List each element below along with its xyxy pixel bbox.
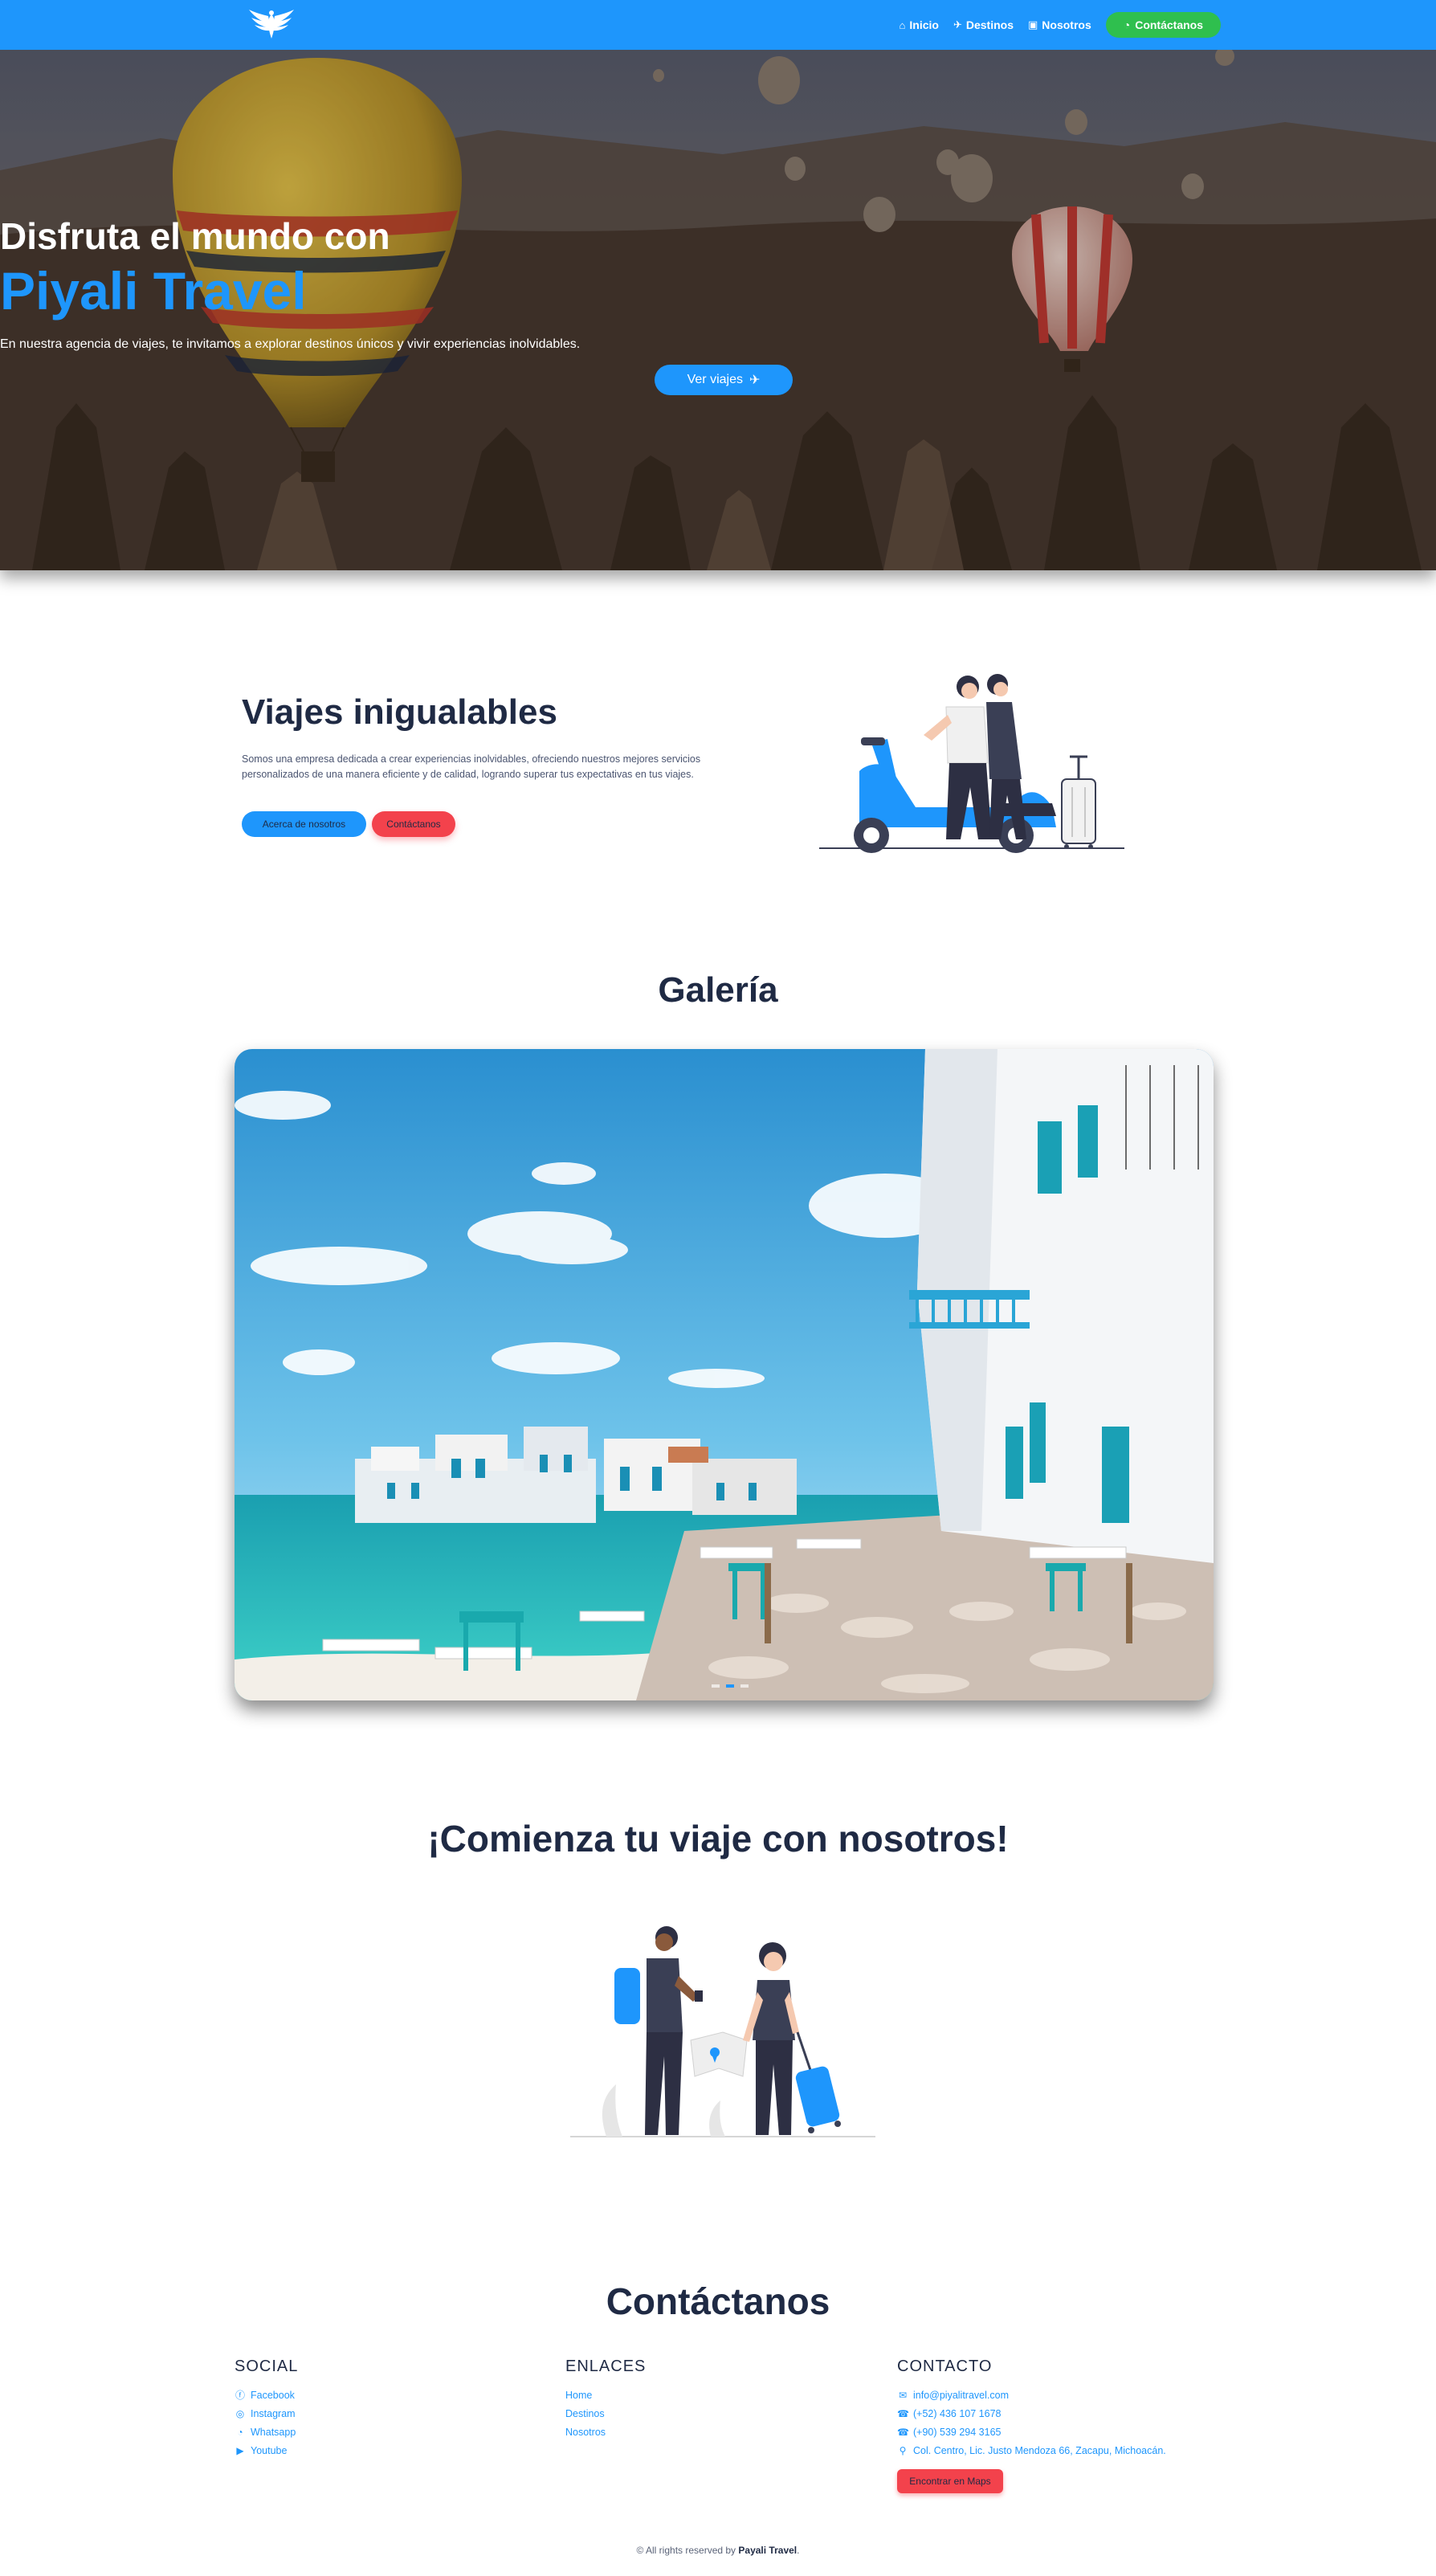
nav-contact-label: Contáctanos <box>1135 18 1203 31</box>
whatsapp-label: Whatsapp <box>251 2426 296 2438</box>
about-text: Somos una empresa dedicada a crear exper… <box>242 753 701 780</box>
email-link[interactable]: ✉ info@piyalitravel.com <box>897 2386 1166 2404</box>
phone-icon: ☎ <box>897 2407 909 2419</box>
address-label: Col. Centro, Lic. Justo Mendoza 66, Zaca… <box>913 2444 1166 2456</box>
footer-link-nosotros[interactable]: Nosotros <box>565 2423 646 2441</box>
youtube-link[interactable]: ▶ Youtube <box>235 2441 298 2460</box>
facebook-icon: ⓕ <box>235 2390 245 2401</box>
whatsapp-icon: ◔ <box>1123 18 1131 31</box>
phone-label: (+52) 436 107 1678 <box>913 2407 1002 2419</box>
winged-logo-icon[interactable] <box>247 6 296 43</box>
phone-icon: ☎ <box>897 2426 909 2438</box>
instagram-label: Instagram <box>251 2407 296 2419</box>
find-in-maps-button[interactable]: Encontrar en Maps <box>897 2469 1003 2493</box>
links-heading: ENLACES <box>565 2358 647 2375</box>
phone-label: (+90) 539 294 3165 <box>913 2426 1002 2438</box>
footer-suffix: . <box>797 2545 800 2556</box>
nav-link-label: Inicio <box>909 18 939 31</box>
whatsapp-icon: ◔ <box>237 2426 243 2438</box>
hero-description: En nuestra agencia de viajes, te invitam… <box>0 337 581 351</box>
travelers-illustration <box>570 1926 875 2137</box>
gallery-title: Galería <box>658 970 778 1010</box>
footer-brand: Payali Travel <box>738 2545 798 2556</box>
footer-link-destinos[interactable]: Destinos <box>565 2404 646 2423</box>
facebook-link[interactable]: ⓕ Facebook <box>235 2386 298 2404</box>
home-icon: ⌂ <box>899 18 906 31</box>
carousel-dot-active[interactable] <box>726 1684 734 1688</box>
navbar: ⌂ Inicio ✈ Destinos ▣ Nosotros ◔ Contáct… <box>0 0 1436 50</box>
carousel-dot[interactable] <box>740 1684 749 1688</box>
view-trips-button[interactable]: Ver viajes ✈ <box>655 365 793 395</box>
phone-link-2[interactable]: ☎ (+90) 539 294 3165 <box>897 2423 1166 2441</box>
hero: Disfruta el mundo con Piyali Travel En n… <box>0 50 1436 570</box>
nav-link-inicio[interactable]: ⌂ Inicio <box>900 18 939 31</box>
about-contact-button[interactable]: Contáctanos <box>372 811 455 837</box>
nav-link-label: Nosotros <box>1042 18 1091 31</box>
nav-contact-button[interactable]: ◔ Contáctanos <box>1105 12 1221 38</box>
start-trip-title: ¡Comienza tu viaje con nosotros! <box>427 1818 1009 1860</box>
links-column: ENLACES Home Destinos Nosotros <box>565 2358 646 2441</box>
social-heading: SOCIAL <box>235 2358 299 2375</box>
contact-info-heading: CONTACTO <box>897 2358 993 2375</box>
carousel-dot[interactable] <box>712 1684 720 1688</box>
view-trips-label: Ver viajes <box>687 373 743 386</box>
mail-icon: ✉ <box>898 2389 908 2401</box>
nav-link-label: Destinos <box>965 18 1014 31</box>
address: ⚲ Col. Centro, Lic. Justo Mendoza 66, Za… <box>897 2441 1166 2460</box>
email-label: info@piyalitravel.com <box>913 2389 1009 2401</box>
carousel-slide-image <box>235 1049 1214 1700</box>
about-us-button[interactable]: Acerca de nosotros <box>242 811 366 837</box>
plane-icon: ✈ <box>953 18 962 31</box>
instagram-link[interactable]: ◎ Instagram <box>235 2404 298 2423</box>
plane-icon: ✈ <box>749 374 761 387</box>
youtube-label: Youtube <box>251 2444 288 2456</box>
map-pin-icon: ⚲ <box>899 2444 907 2456</box>
about-title: Viajes inigualables <box>242 692 557 732</box>
hero-title-brand: Piyali Travel <box>0 261 307 320</box>
phone-link-1[interactable]: ☎ (+52) 436 107 1678 <box>897 2404 1166 2423</box>
footer: © All rights reserved by Payali Travel. <box>0 2545 1436 2556</box>
contact-title: Contáctanos <box>606 2280 830 2322</box>
facebook-label: Facebook <box>251 2389 295 2401</box>
whatsapp-link[interactable]: ◔ Whatsapp <box>235 2423 298 2441</box>
hero-title-line1: Disfruta el mundo con <box>0 215 390 257</box>
nav-links: ⌂ Inicio ✈ Destinos ▣ Nosotros ◔ Contáct… <box>900 11 1221 39</box>
nav-link-destinos[interactable]: ✈ Destinos <box>953 18 1014 31</box>
id-card-icon: ▣ <box>1027 18 1038 31</box>
social-column: SOCIAL ⓕ Facebook ◎ Instagram ◔ Whatsapp… <box>235 2358 298 2460</box>
scooter-couple-illustration <box>819 674 1124 853</box>
youtube-icon: ▶ <box>236 2444 244 2456</box>
instagram-icon: ◎ <box>235 2407 245 2419</box>
gallery-carousel[interactable] <box>235 1049 1214 1700</box>
contact-info-column: CONTACTO ✉ info@piyalitravel.com ☎ (+52)… <box>897 2358 1166 2493</box>
footer-link-home[interactable]: Home <box>565 2386 646 2404</box>
nav-link-nosotros[interactable]: ▣ Nosotros <box>1028 18 1091 31</box>
carousel-indicators <box>712 1684 749 1688</box>
footer-copyright: © All rights reserved by <box>636 2545 736 2556</box>
